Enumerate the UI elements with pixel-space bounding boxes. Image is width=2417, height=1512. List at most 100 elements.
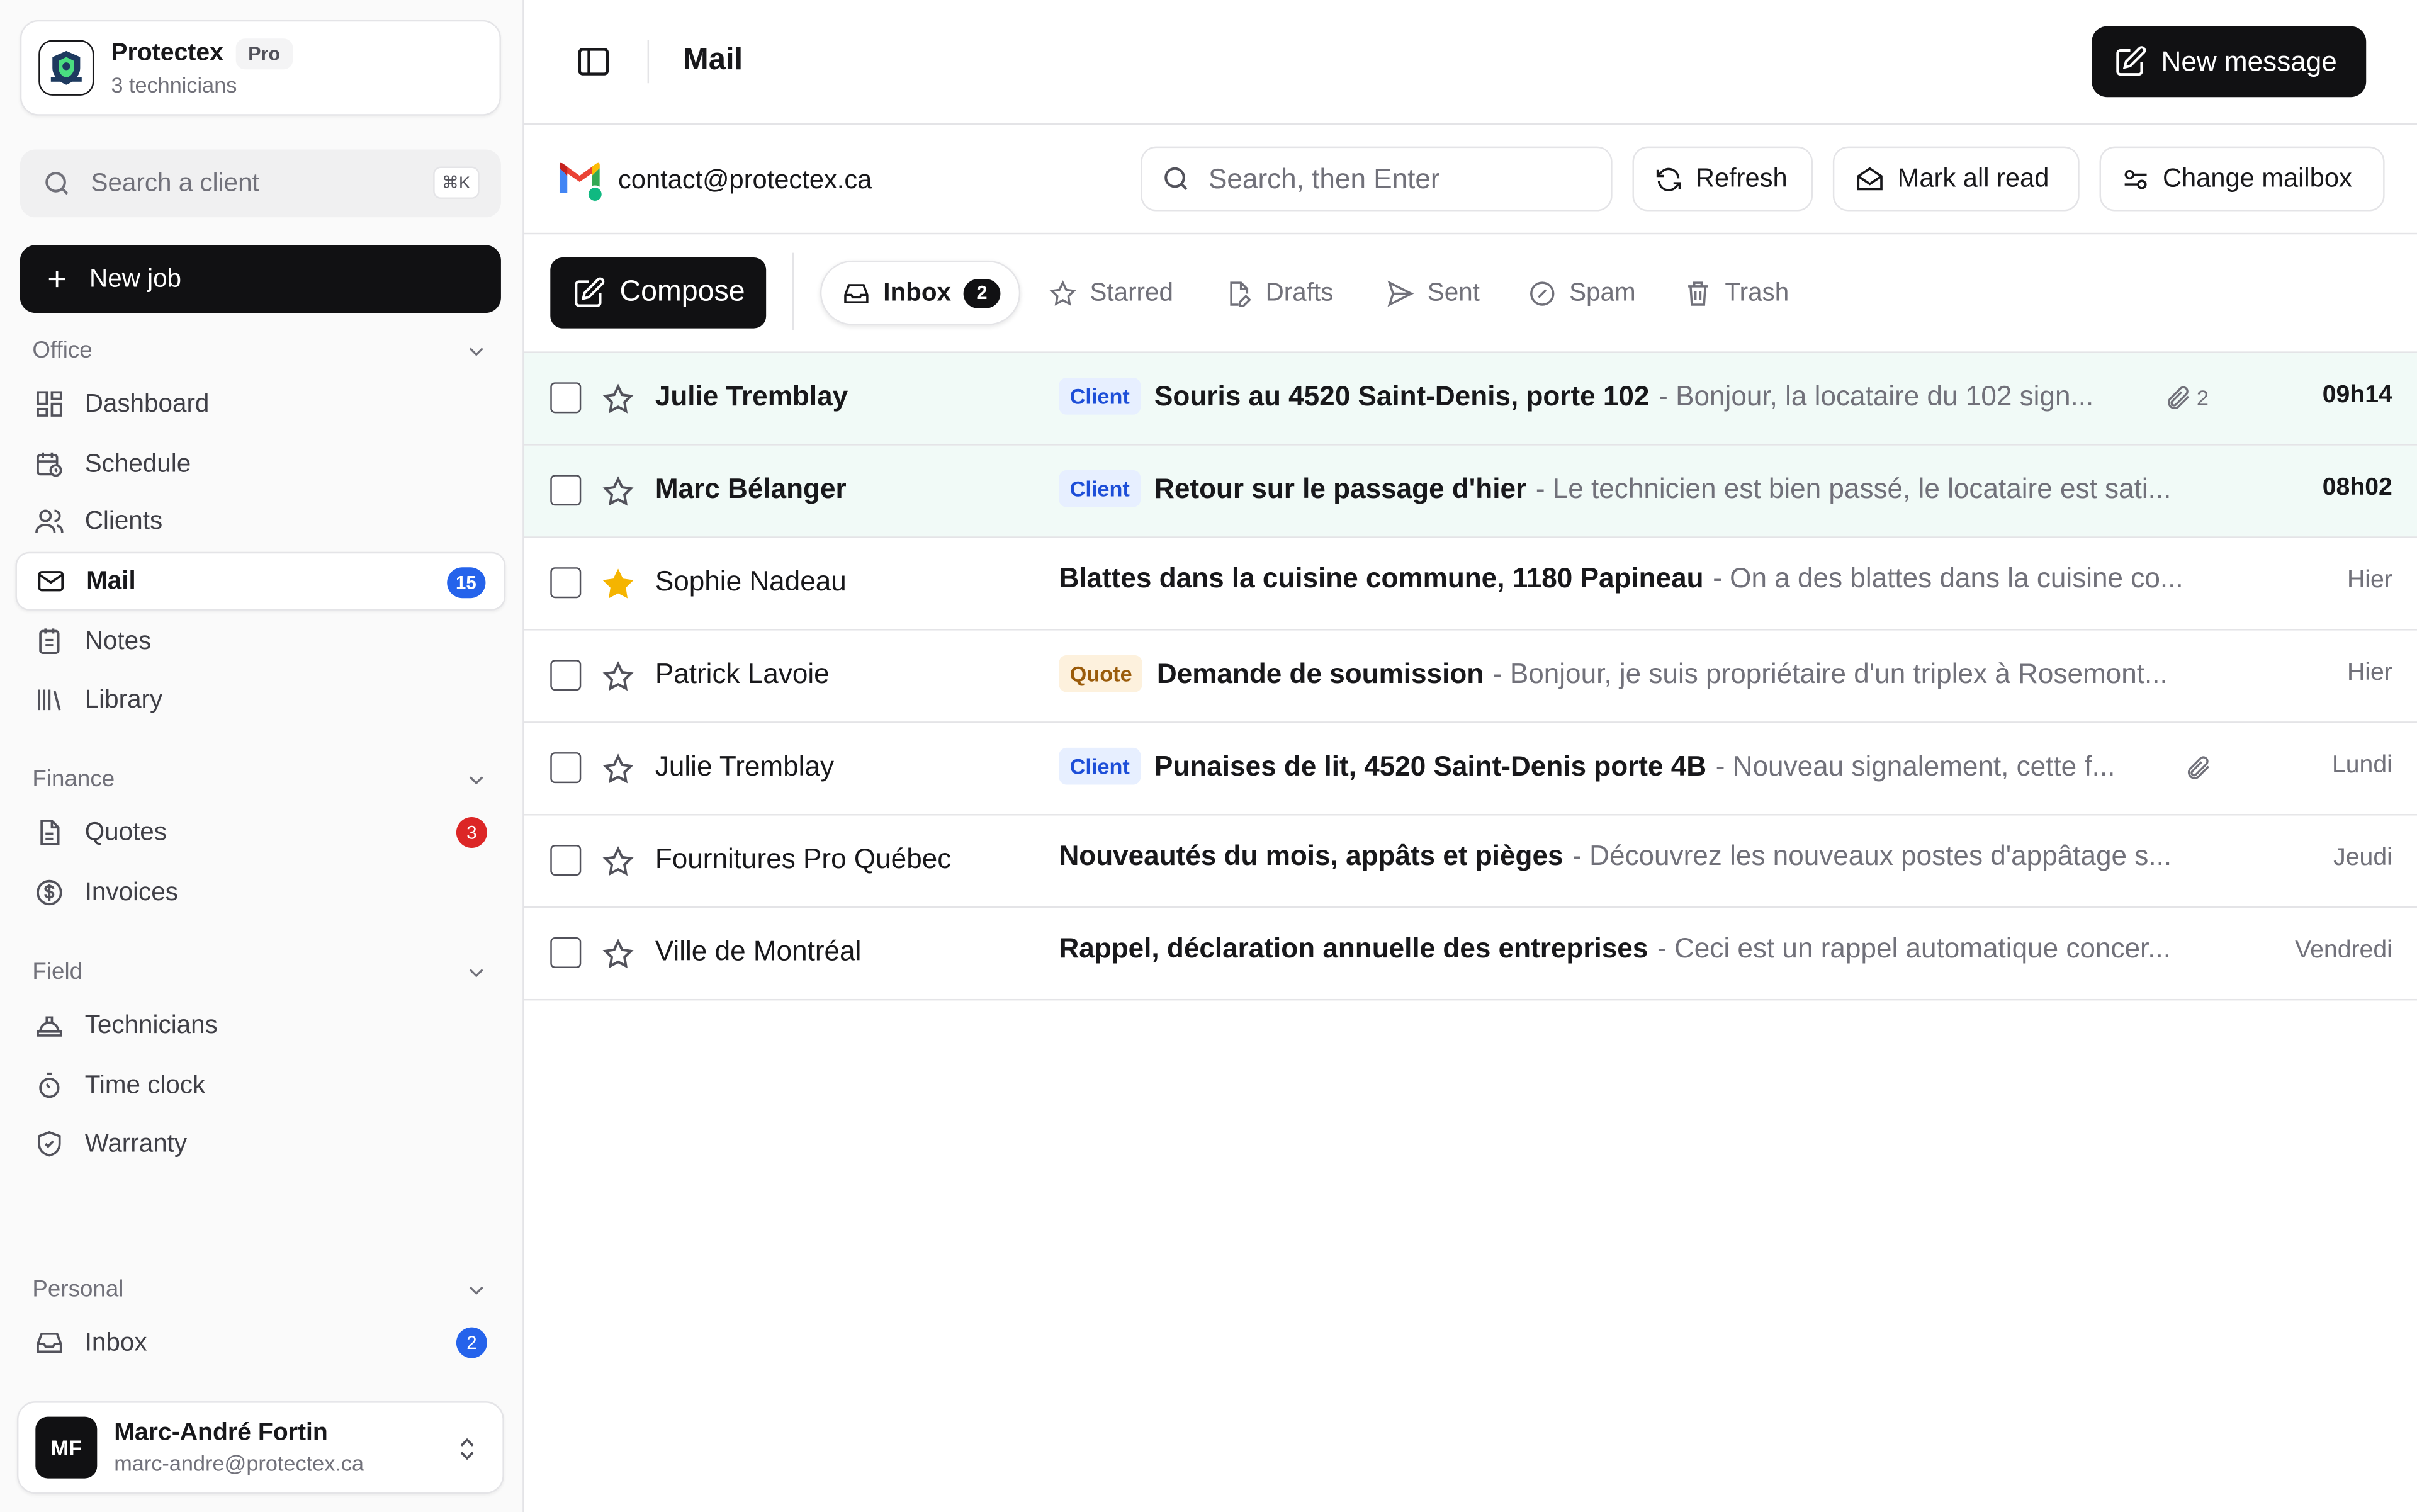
mail-search[interactable]: [1141, 146, 1613, 212]
client-search[interactable]: Search a client ⌘K: [20, 149, 501, 218]
select-checkbox[interactable]: [550, 752, 582, 784]
section-personal[interactable]: Personal: [32, 1277, 488, 1302]
email-subject: Nouveautés du mois, appâts et pièges: [1059, 840, 1563, 871]
sidebar-item-invoices[interactable]: Invoices: [15, 863, 505, 922]
hard-hat-icon: [37, 1016, 62, 1037]
sidebar-item-label: Dashboard: [84, 389, 210, 417]
email-date: 09h14: [2322, 382, 2392, 409]
mail-count-badge: 15: [446, 567, 486, 599]
attachment-indicator: 2: [2164, 384, 2209, 412]
tab-starred-label: Starred: [1090, 278, 1173, 307]
email-preview: - Ceci est un rappel automatique concer.…: [1657, 932, 2171, 964]
new-job-button[interactable]: New job: [20, 245, 501, 313]
section-office[interactable]: Office: [32, 337, 488, 364]
email-sender: Julie Tremblay: [655, 750, 835, 782]
compose-button[interactable]: Compose: [550, 257, 767, 329]
email-row[interactable]: Julie Tremblay Client Punaises de lit, 4…: [524, 723, 2417, 816]
inbox-count-badge: 2: [456, 1327, 487, 1358]
email-content: Nouveautés du mois, appâts et pièges - D…: [1059, 840, 2207, 872]
email-row[interactable]: Sophie Nadeau Blattes dans la cuisine co…: [524, 538, 2417, 631]
tab-inbox-label: Inbox: [883, 278, 952, 307]
tab-spam[interactable]: Spam: [1528, 261, 1636, 325]
inbox-icon: [844, 283, 869, 303]
change-mailbox-button[interactable]: Change mailbox: [2099, 146, 2385, 212]
protectex-logo-icon: [38, 40, 94, 96]
star-icon[interactable]: [601, 845, 635, 879]
tab-starred[interactable]: Starred: [1048, 261, 1173, 325]
tab-drafts-label: Drafts: [1265, 278, 1334, 307]
sidebar: Protectex Pro 3 technicians Search a clie…: [0, 0, 524, 1512]
search-icon: [1164, 167, 1188, 190]
sidebar-item-dashboard[interactable]: Dashboard: [15, 375, 505, 433]
email-date: Lundi: [2331, 752, 2392, 779]
select-checkbox[interactable]: [550, 475, 582, 506]
mail-icon: [38, 571, 64, 592]
file-pen-icon: [1230, 281, 1251, 307]
top-bar: Mail New message: [524, 0, 2417, 125]
divider: [792, 252, 794, 330]
paperclip-icon: [2187, 756, 2209, 779]
select-checkbox[interactable]: [550, 937, 582, 968]
sidebar-toggle-icon[interactable]: [575, 43, 612, 81]
library-icon: [38, 689, 61, 711]
mail-search-input[interactable]: [1208, 162, 1579, 195]
sidebar-item-technicians[interactable]: Technicians: [15, 996, 505, 1054]
tab-trash[interactable]: Trash: [1683, 261, 1789, 325]
pencil-square-icon: [2116, 46, 2146, 76]
section-field[interactable]: Field: [32, 959, 488, 985]
org-switcher[interactable]: Protectex Pro 3 technicians: [20, 20, 501, 116]
sidebar-item-time-clock[interactable]: Time clock: [15, 1056, 505, 1115]
email-date: Jeudi: [2333, 845, 2392, 871]
star-icon[interactable]: [601, 475, 635, 509]
mail-toolbar: contact@protectex.ca Refresh Mark all re…: [524, 125, 2417, 235]
star-icon[interactable]: [601, 382, 635, 416]
star-icon[interactable]: [601, 752, 635, 786]
star-icon[interactable]: [601, 937, 635, 971]
star-filled-icon[interactable]: [601, 567, 635, 601]
sidebar-item-label: Quotes: [84, 818, 167, 846]
sidebar-item-clients[interactable]: Clients: [15, 492, 505, 550]
mark-all-read-button[interactable]: Mark all read: [1832, 146, 2080, 212]
select-checkbox[interactable]: [550, 382, 582, 414]
page-title: Mail: [682, 43, 743, 77]
select-checkbox[interactable]: [550, 660, 582, 691]
user-menu[interactable]: MF Marc-André Fortin marc-andre@protecte…: [16, 1401, 504, 1494]
email-row[interactable]: Fournitures Pro Québec Nouveautés du moi…: [524, 815, 2417, 908]
select-checkbox[interactable]: [550, 845, 582, 876]
sidebar-item-notes[interactable]: Notes: [15, 612, 505, 670]
select-checkbox[interactable]: [550, 567, 582, 599]
refresh-label: Refresh: [1695, 163, 1788, 193]
tab-sent[interactable]: Sent: [1386, 261, 1480, 325]
sidebar-item-mail[interactable]: Mail 15: [15, 551, 506, 611]
plus-icon: [48, 271, 65, 288]
section-office-label: Office: [32, 337, 93, 364]
sidebar-item-label: Time clock: [84, 1070, 206, 1098]
tab-inbox[interactable]: Inbox 2: [820, 260, 1021, 325]
star-icon: [1049, 279, 1076, 305]
star-icon[interactable]: [601, 660, 635, 694]
refresh-button[interactable]: Refresh: [1632, 146, 1813, 212]
sidebar-item-label: Invoices: [84, 877, 178, 906]
email-subject: Souris au 4520 Saint-Denis, porte 102: [1154, 380, 1650, 411]
email-sender: Marc Bélanger: [655, 473, 847, 504]
sidebar-item-inbox[interactable]: Inbox 2: [15, 1314, 505, 1372]
sidebar-item-label: Inbox: [84, 1328, 147, 1356]
email-row[interactable]: Patrick Lavoie Quote Demande de soumissi…: [524, 630, 2417, 723]
email-row[interactable]: Julie Tremblay Client Souris au 4520 Sai…: [524, 353, 2417, 446]
ban-icon: [1530, 281, 1555, 305]
section-finance[interactable]: Finance: [32, 766, 488, 793]
sidebar-item-quotes[interactable]: Quotes 3: [15, 803, 505, 862]
email-row[interactable]: Ville de Montréal Rappel, déclaration an…: [524, 908, 2417, 1001]
compose-label: Compose: [619, 276, 745, 308]
tab-drafts[interactable]: Drafts: [1224, 261, 1334, 325]
chevron-down-icon: [469, 347, 483, 356]
sidebar-item-library[interactable]: Library: [15, 670, 505, 729]
sidebar-item-label: Warranty: [84, 1129, 188, 1157]
new-message-button[interactable]: New message: [2092, 26, 2367, 98]
email-content: Rappel, déclaration annuelle des entrepr…: [1059, 933, 2207, 965]
email-date: Hier: [2347, 660, 2392, 686]
email-row[interactable]: Marc Bélanger Client Retour sur le passa…: [524, 445, 2417, 538]
change-mailbox-label: Change mailbox: [2162, 163, 2352, 193]
sidebar-item-warranty[interactable]: Warranty: [15, 1115, 505, 1173]
sidebar-item-schedule[interactable]: Schedule: [15, 435, 505, 494]
